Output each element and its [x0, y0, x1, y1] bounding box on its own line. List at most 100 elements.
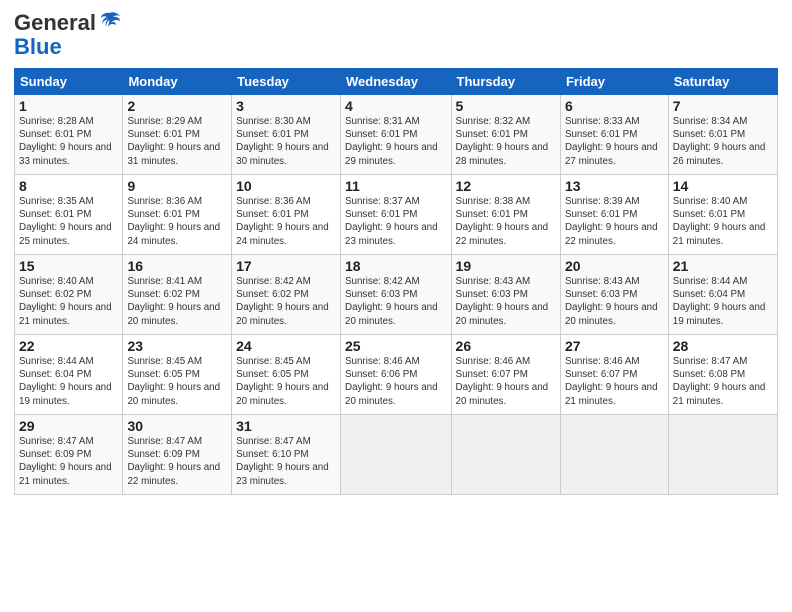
calendar-week-row: 15Sunrise: 8:40 AMSunset: 6:02 PMDayligh… — [15, 255, 778, 335]
calendar-header-cell: Tuesday — [232, 69, 341, 95]
day-info: Sunrise: 8:32 AMSunset: 6:01 PMDaylight:… — [456, 115, 556, 168]
day-info: Sunrise: 8:41 AMSunset: 6:02 PMDaylight:… — [127, 275, 227, 328]
day-number: 26 — [456, 338, 556, 354]
day-number: 24 — [236, 338, 336, 354]
calendar-day-cell: 30Sunrise: 8:47 AMSunset: 6:09 PMDayligh… — [123, 415, 232, 495]
day-info: Sunrise: 8:42 AMSunset: 6:02 PMDaylight:… — [236, 275, 336, 328]
calendar-week-row: 1Sunrise: 8:28 AMSunset: 6:01 PMDaylight… — [15, 95, 778, 175]
day-info: Sunrise: 8:40 AMSunset: 6:01 PMDaylight:… — [673, 195, 773, 248]
day-info: Sunrise: 8:28 AMSunset: 6:01 PMDaylight:… — [19, 115, 118, 168]
day-info: Sunrise: 8:46 AMSunset: 6:07 PMDaylight:… — [456, 355, 556, 408]
calendar-header-cell: Thursday — [451, 69, 560, 95]
calendar-day-cell: 3Sunrise: 8:30 AMSunset: 6:01 PMDaylight… — [232, 95, 341, 175]
day-info: Sunrise: 8:40 AMSunset: 6:02 PMDaylight:… — [19, 275, 118, 328]
day-number: 16 — [127, 258, 227, 274]
day-info: Sunrise: 8:44 AMSunset: 6:04 PMDaylight:… — [19, 355, 118, 408]
calendar-day-cell: 13Sunrise: 8:39 AMSunset: 6:01 PMDayligh… — [560, 175, 668, 255]
calendar-week-row: 8Sunrise: 8:35 AMSunset: 6:01 PMDaylight… — [15, 175, 778, 255]
calendar-day-cell: 23Sunrise: 8:45 AMSunset: 6:05 PMDayligh… — [123, 335, 232, 415]
calendar-day-cell: 15Sunrise: 8:40 AMSunset: 6:02 PMDayligh… — [15, 255, 123, 335]
calendar-day-cell: 11Sunrise: 8:37 AMSunset: 6:01 PMDayligh… — [341, 175, 452, 255]
day-number: 23 — [127, 338, 227, 354]
day-number: 22 — [19, 338, 118, 354]
day-info: Sunrise: 8:47 AMSunset: 6:09 PMDaylight:… — [19, 435, 118, 488]
day-number: 1 — [19, 98, 118, 114]
day-info: Sunrise: 8:47 AMSunset: 6:08 PMDaylight:… — [673, 355, 773, 408]
day-info: Sunrise: 8:47 AMSunset: 6:09 PMDaylight:… — [127, 435, 227, 488]
day-info: Sunrise: 8:46 AMSunset: 6:07 PMDaylight:… — [565, 355, 664, 408]
logo-bird-icon — [98, 11, 122, 36]
day-info: Sunrise: 8:35 AMSunset: 6:01 PMDaylight:… — [19, 195, 118, 248]
calendar-week-row: 29Sunrise: 8:47 AMSunset: 6:09 PMDayligh… — [15, 415, 778, 495]
calendar-day-cell: 29Sunrise: 8:47 AMSunset: 6:09 PMDayligh… — [15, 415, 123, 495]
day-info: Sunrise: 8:29 AMSunset: 6:01 PMDaylight:… — [127, 115, 227, 168]
calendar-day-cell — [668, 415, 777, 495]
day-info: Sunrise: 8:30 AMSunset: 6:01 PMDaylight:… — [236, 115, 336, 168]
day-number: 4 — [345, 98, 447, 114]
day-number: 31 — [236, 418, 336, 434]
calendar-day-cell: 18Sunrise: 8:42 AMSunset: 6:03 PMDayligh… — [341, 255, 452, 335]
day-info: Sunrise: 8:38 AMSunset: 6:01 PMDaylight:… — [456, 195, 556, 248]
calendar-day-cell: 8Sunrise: 8:35 AMSunset: 6:01 PMDaylight… — [15, 175, 123, 255]
calendar-header-cell: Sunday — [15, 69, 123, 95]
logo-blue-text: Blue — [14, 34, 62, 59]
calendar-day-cell: 26Sunrise: 8:46 AMSunset: 6:07 PMDayligh… — [451, 335, 560, 415]
calendar-day-cell: 7Sunrise: 8:34 AMSunset: 6:01 PMDaylight… — [668, 95, 777, 175]
day-number: 8 — [19, 178, 118, 194]
calendar-day-cell: 20Sunrise: 8:43 AMSunset: 6:03 PMDayligh… — [560, 255, 668, 335]
day-info: Sunrise: 8:46 AMSunset: 6:06 PMDaylight:… — [345, 355, 447, 408]
calendar-day-cell: 25Sunrise: 8:46 AMSunset: 6:06 PMDayligh… — [341, 335, 452, 415]
day-info: Sunrise: 8:45 AMSunset: 6:05 PMDaylight:… — [127, 355, 227, 408]
calendar-day-cell — [451, 415, 560, 495]
day-info: Sunrise: 8:45 AMSunset: 6:05 PMDaylight:… — [236, 355, 336, 408]
day-number: 10 — [236, 178, 336, 194]
day-number: 18 — [345, 258, 447, 274]
day-number: 15 — [19, 258, 118, 274]
day-number: 29 — [19, 418, 118, 434]
day-number: 7 — [673, 98, 773, 114]
calendar-day-cell: 6Sunrise: 8:33 AMSunset: 6:01 PMDaylight… — [560, 95, 668, 175]
calendar-day-cell: 27Sunrise: 8:46 AMSunset: 6:07 PMDayligh… — [560, 335, 668, 415]
calendar-day-cell: 5Sunrise: 8:32 AMSunset: 6:01 PMDaylight… — [451, 95, 560, 175]
day-info: Sunrise: 8:37 AMSunset: 6:01 PMDaylight:… — [345, 195, 447, 248]
calendar-body: 1Sunrise: 8:28 AMSunset: 6:01 PMDaylight… — [15, 95, 778, 495]
day-number: 13 — [565, 178, 664, 194]
day-number: 25 — [345, 338, 447, 354]
page-container: General Blue SundayMondayTuesdayWednesda… — [0, 0, 792, 505]
calendar-day-cell: 4Sunrise: 8:31 AMSunset: 6:01 PMDaylight… — [341, 95, 452, 175]
calendar-header-cell: Saturday — [668, 69, 777, 95]
calendar-day-cell: 14Sunrise: 8:40 AMSunset: 6:01 PMDayligh… — [668, 175, 777, 255]
calendar-day-cell: 12Sunrise: 8:38 AMSunset: 6:01 PMDayligh… — [451, 175, 560, 255]
calendar-header-cell: Monday — [123, 69, 232, 95]
calendar-day-cell: 19Sunrise: 8:43 AMSunset: 6:03 PMDayligh… — [451, 255, 560, 335]
day-info: Sunrise: 8:33 AMSunset: 6:01 PMDaylight:… — [565, 115, 664, 168]
calendar-day-cell: 16Sunrise: 8:41 AMSunset: 6:02 PMDayligh… — [123, 255, 232, 335]
day-number: 19 — [456, 258, 556, 274]
calendar-day-cell: 9Sunrise: 8:36 AMSunset: 6:01 PMDaylight… — [123, 175, 232, 255]
calendar-day-cell: 21Sunrise: 8:44 AMSunset: 6:04 PMDayligh… — [668, 255, 777, 335]
day-number: 6 — [565, 98, 664, 114]
calendar-day-cell: 17Sunrise: 8:42 AMSunset: 6:02 PMDayligh… — [232, 255, 341, 335]
day-info: Sunrise: 8:43 AMSunset: 6:03 PMDaylight:… — [565, 275, 664, 328]
day-number: 20 — [565, 258, 664, 274]
calendar-day-cell: 2Sunrise: 8:29 AMSunset: 6:01 PMDaylight… — [123, 95, 232, 175]
day-number: 17 — [236, 258, 336, 274]
day-number: 12 — [456, 178, 556, 194]
calendar-header-cell: Friday — [560, 69, 668, 95]
day-info: Sunrise: 8:39 AMSunset: 6:01 PMDaylight:… — [565, 195, 664, 248]
calendar-day-cell: 10Sunrise: 8:36 AMSunset: 6:01 PMDayligh… — [232, 175, 341, 255]
calendar-day-cell: 28Sunrise: 8:47 AMSunset: 6:08 PMDayligh… — [668, 335, 777, 415]
day-info: Sunrise: 8:42 AMSunset: 6:03 PMDaylight:… — [345, 275, 447, 328]
calendar-day-cell: 24Sunrise: 8:45 AMSunset: 6:05 PMDayligh… — [232, 335, 341, 415]
day-number: 30 — [127, 418, 227, 434]
day-number: 11 — [345, 178, 447, 194]
calendar-day-cell — [341, 415, 452, 495]
day-number: 5 — [456, 98, 556, 114]
day-info: Sunrise: 8:36 AMSunset: 6:01 PMDaylight:… — [127, 195, 227, 248]
calendar-day-cell: 1Sunrise: 8:28 AMSunset: 6:01 PMDaylight… — [15, 95, 123, 175]
calendar-header-cell: Wednesday — [341, 69, 452, 95]
day-number: 9 — [127, 178, 227, 194]
header: General Blue — [14, 10, 778, 60]
day-number: 28 — [673, 338, 773, 354]
logo: General Blue — [14, 10, 122, 60]
